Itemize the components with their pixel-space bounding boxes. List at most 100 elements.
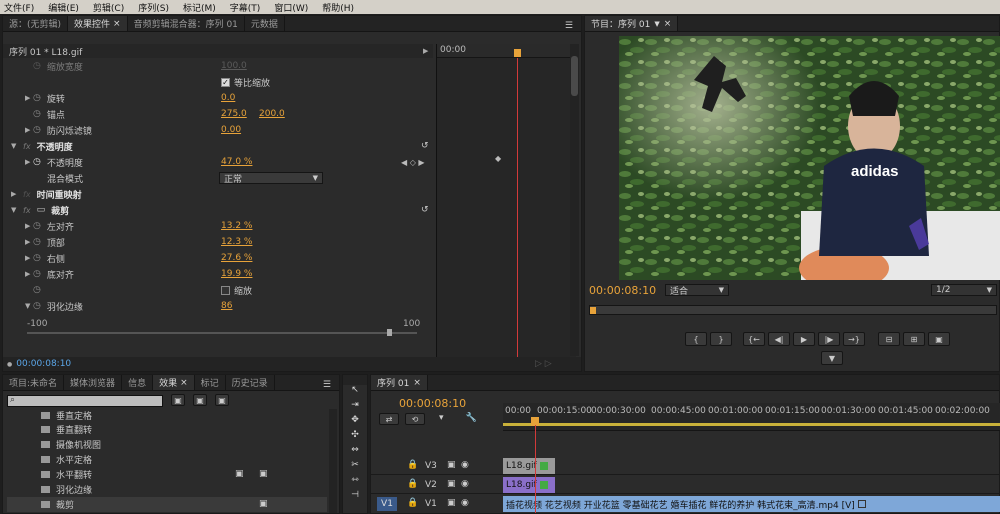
menu-help[interactable]: 帮助(H) bbox=[322, 1, 354, 14]
playhead-handle-icon[interactable] bbox=[514, 49, 521, 57]
linked-selection-icon[interactable]: ⟲ bbox=[405, 413, 425, 425]
menu-title[interactable]: 字幕(T) bbox=[230, 1, 261, 14]
flicker-value[interactable]: 0.00 bbox=[221, 125, 241, 135]
play-triangle-icon[interactable]: ▶ bbox=[423, 47, 428, 55]
crop-right-value[interactable]: 27.6 % bbox=[221, 253, 252, 263]
tab-effects[interactable]: 效果 × bbox=[153, 375, 195, 390]
effects-scrollbar[interactable] bbox=[329, 409, 337, 513]
feather-slider-thumb[interactable] bbox=[387, 329, 392, 336]
effects-mini-timeline[interactable]: 00:00 ◆ bbox=[436, 44, 576, 369]
list-item-selected[interactable]: 裁剪 bbox=[7, 497, 327, 512]
expand-icon[interactable]: ▶ bbox=[25, 126, 33, 134]
crop-mask-icon[interactable]: ▭ bbox=[37, 205, 46, 215]
sync-icon[interactable]: ▣ bbox=[447, 498, 456, 508]
list-item[interactable]: 垂直翻转 bbox=[41, 422, 92, 437]
effect-controls-timecode[interactable]: 00:00:08:10 bbox=[16, 359, 71, 369]
opacity-keyframe-icon[interactable]: ◆ bbox=[495, 154, 501, 163]
add-marker-button[interactable]: ▼ bbox=[821, 351, 843, 365]
play-icon[interactable]: ▶ bbox=[793, 332, 815, 346]
lock-icon[interactable]: 🔒 bbox=[407, 498, 418, 508]
menu-file[interactable]: 文件(F) bbox=[4, 1, 34, 14]
rate-stretch-tool-icon[interactable]: ⇔ bbox=[343, 445, 367, 460]
menu-sequence[interactable]: 序列(S) bbox=[138, 1, 169, 14]
rolling-edit-tool-icon[interactable]: ✣ bbox=[343, 430, 367, 445]
anchor-x-value[interactable]: 275.0 bbox=[221, 109, 247, 119]
panel-menu-icon[interactable]: ☰ bbox=[565, 21, 581, 31]
resolution-dropdown[interactable]: 1/2 ▼ bbox=[931, 284, 997, 296]
tab-media-browser[interactable]: 媒体浏览器 bbox=[64, 375, 123, 390]
program-video-frame[interactable]: adidas bbox=[619, 36, 1000, 280]
mark-out-icon[interactable]: } bbox=[710, 332, 732, 346]
scrollbar-thumb[interactable] bbox=[571, 56, 578, 96]
mark-in-icon[interactable]: { bbox=[685, 332, 707, 346]
tab-metadata[interactable]: 元数据 bbox=[245, 16, 285, 31]
stopwatch-icon[interactable]: ◷ bbox=[33, 253, 41, 263]
track-name-v1[interactable]: V1 bbox=[425, 499, 437, 509]
source-patch-v1[interactable]: V1 bbox=[377, 497, 397, 511]
close-icon[interactable]: × bbox=[664, 19, 672, 29]
opacity-value[interactable]: 47.0 % bbox=[221, 157, 252, 167]
expand-icon[interactable]: ▶ bbox=[25, 94, 33, 102]
snap-icon[interactable]: ⇄ bbox=[379, 413, 399, 425]
track-name-v2[interactable]: V2 bbox=[425, 480, 437, 490]
timeline-timecode[interactable]: 00:00:08:10 bbox=[399, 397, 466, 410]
rotation-value[interactable]: 0.0 bbox=[221, 93, 235, 103]
scale-width-value[interactable]: 100.0 bbox=[221, 61, 247, 71]
stopwatch-active-icon[interactable]: ◷ bbox=[33, 157, 41, 167]
keyframe-nav-icon[interactable]: ◀ ◇ ▶ bbox=[401, 158, 425, 167]
anchor-y-value[interactable]: 200.0 bbox=[259, 109, 285, 119]
expand-icon[interactable]: ▶ bbox=[25, 270, 33, 278]
extract-icon[interactable]: ⊞ bbox=[903, 332, 925, 346]
stopwatch-icon[interactable]: ◷ bbox=[33, 269, 41, 279]
tab-program[interactable]: 节目：序列 01 ▼ × bbox=[585, 16, 679, 31]
step-forward-icon[interactable]: |▶ bbox=[818, 332, 840, 346]
slip-tool-icon[interactable]: ⇿ bbox=[343, 475, 367, 490]
list-item[interactable]: 羽化边缘 bbox=[41, 482, 92, 497]
tab-info[interactable]: 信息 bbox=[122, 375, 154, 390]
slide-tool-icon[interactable]: ⊣ bbox=[343, 490, 367, 505]
feather-value[interactable]: 86 bbox=[221, 301, 232, 311]
stopwatch-icon[interactable]: ◷ bbox=[33, 285, 41, 295]
razor-tool-icon[interactable]: ✂ bbox=[343, 460, 367, 475]
crop-left-value[interactable]: 13.2 % bbox=[221, 221, 252, 231]
timeline-ruler[interactable]: 00:00 00:00:15:00 00:00:30:00 00:00:45:0… bbox=[503, 403, 1000, 431]
tab-source[interactable]: 源：(无剪辑) bbox=[3, 16, 69, 31]
add-marker-icon[interactable]: ▾ bbox=[439, 413, 444, 425]
track-select-tool-icon[interactable]: ⇥ bbox=[343, 400, 367, 415]
expand-icon[interactable]: ▶ bbox=[25, 254, 33, 262]
expand-icon[interactable]: ▶ bbox=[25, 158, 33, 166]
clip-l18-v3[interactable]: L18.gif bbox=[503, 458, 555, 474]
sync-icon[interactable]: ▣ bbox=[447, 479, 456, 489]
stopwatch-icon[interactable]: ◷ bbox=[33, 221, 41, 231]
ripple-edit-tool-icon[interactable]: ✥ bbox=[343, 415, 367, 430]
stopwatch-icon[interactable]: ◷ bbox=[33, 109, 41, 119]
crop-bottom-value[interactable]: 19.9 % bbox=[221, 269, 252, 279]
close-icon[interactable]: × bbox=[113, 19, 121, 29]
lift-icon[interactable]: ⊟ bbox=[878, 332, 900, 346]
fit-dropdown[interactable]: 适合 ▼ bbox=[665, 284, 729, 297]
go-to-in-icon[interactable]: {← bbox=[743, 332, 765, 346]
tab-history[interactable]: 历史记录 bbox=[226, 375, 275, 390]
feather-slider-track[interactable] bbox=[27, 332, 417, 334]
program-scrub-bar[interactable] bbox=[589, 305, 997, 315]
scrub-handle-icon[interactable] bbox=[590, 307, 596, 314]
lock-icon[interactable]: 🔒 bbox=[407, 479, 418, 489]
tab-effect-controls[interactable]: 效果控件 × bbox=[68, 16, 128, 31]
reset-icon[interactable]: ↺ bbox=[421, 141, 429, 151]
effects-search-input[interactable]: ⌕ bbox=[7, 395, 163, 407]
eye-icon[interactable]: ◉ bbox=[461, 479, 469, 489]
go-to-out-icon[interactable]: →} bbox=[843, 332, 865, 346]
menu-clip[interactable]: 剪辑(C) bbox=[93, 1, 124, 14]
marker-icon[interactable]: ▼ bbox=[821, 351, 843, 365]
tab-sequence[interactable]: 序列 01 × bbox=[371, 375, 428, 390]
list-item[interactable]: 水平翻转 bbox=[41, 467, 92, 482]
selection-tool-icon[interactable]: ↖ bbox=[343, 385, 367, 400]
collapse-icon[interactable]: ▼ bbox=[11, 142, 19, 150]
fx-icon[interactable]: fx bbox=[23, 206, 31, 215]
accelerated-filter-icon[interactable]: ▣ bbox=[171, 394, 185, 406]
menu-edit[interactable]: 编辑(E) bbox=[48, 1, 79, 14]
reset-icon[interactable]: ↺ bbox=[421, 205, 429, 215]
collapse-icon[interactable]: ▼ bbox=[25, 302, 33, 310]
stopwatch-icon[interactable]: ◷ bbox=[33, 125, 41, 135]
collapse-icon[interactable]: ▼ bbox=[11, 206, 19, 214]
